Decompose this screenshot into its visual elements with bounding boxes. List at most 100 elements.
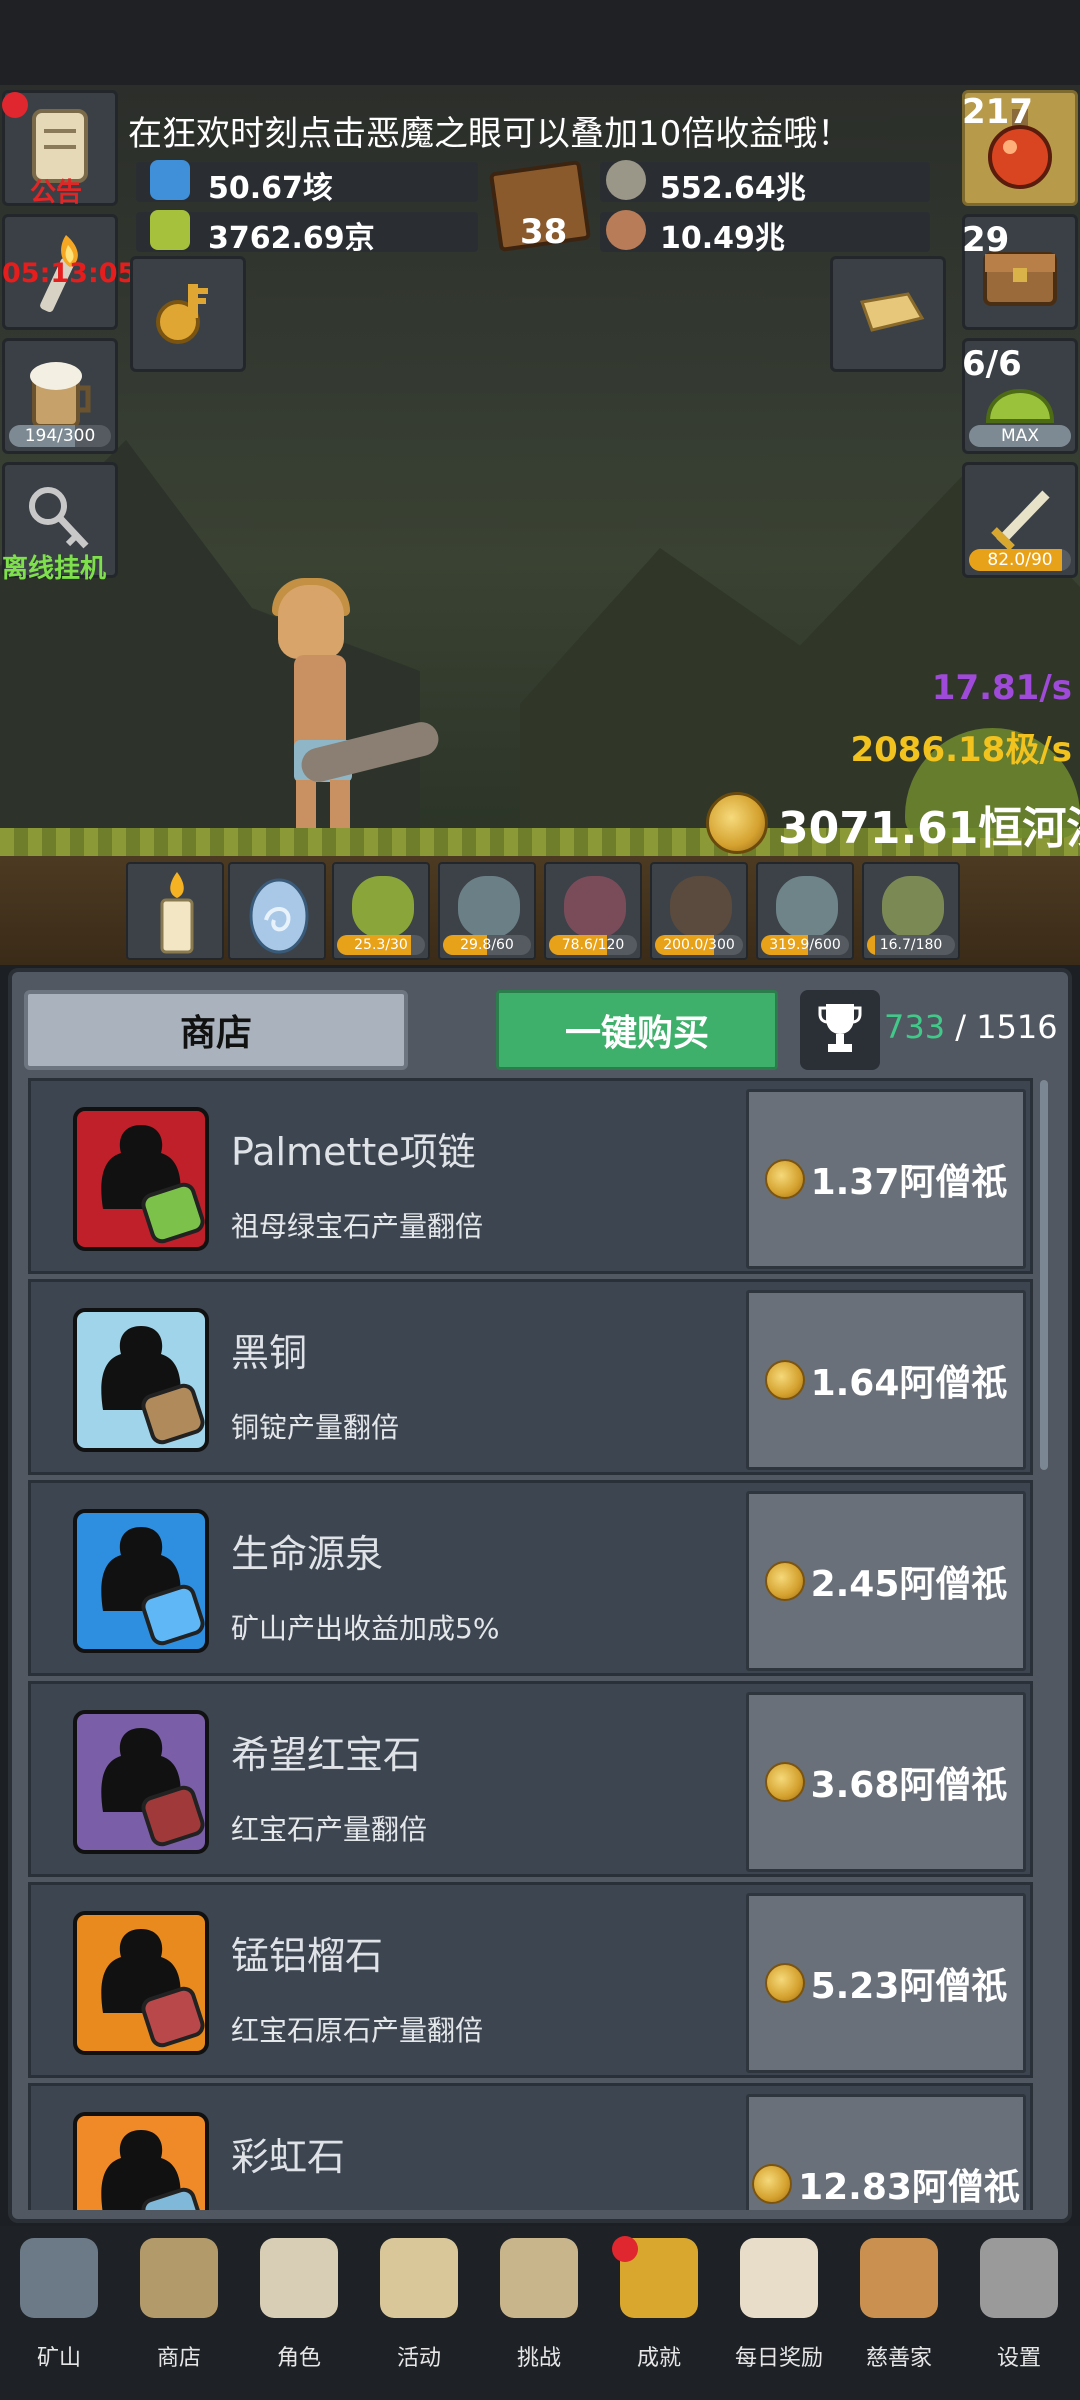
monster-progress-bar: 29.8/60 xyxy=(443,935,531,955)
buy-item-button[interactable]: 3.68阿僧祇 xyxy=(746,1692,1026,1872)
nav-label: 矿山 xyxy=(36,2346,81,2371)
monster-slot-goblin[interactable]: 16.7/180 xyxy=(862,862,960,960)
slime-count: 6/6 xyxy=(962,344,1022,384)
life-fountain-icon xyxy=(61,1501,221,1661)
rate-purple: 17.81/s xyxy=(931,668,1072,708)
gold-coin-icon xyxy=(706,792,768,854)
monster-progress-text: 200.0/300 xyxy=(663,937,735,953)
potion-count: 217 xyxy=(962,92,1033,132)
gold-coin-icon xyxy=(764,1963,805,2003)
shop-item-row: Palmette项链 祖母绿宝石产量翻倍 1.37阿僧祇 xyxy=(28,1078,1033,1274)
buy-item-button[interactable]: 5.23阿僧祇 xyxy=(746,1893,1026,2073)
nav-item-4[interactable]: 活动 xyxy=(364,2232,474,2371)
monster-progress-text: 319.9/600 xyxy=(769,937,841,953)
stone-icon xyxy=(606,160,646,200)
buy-item-button[interactable]: 1.64阿僧祇 xyxy=(746,1290,1026,1470)
nav-item-5[interactable]: 挑战 xyxy=(484,2232,594,2371)
shop-item-description: 铜锭产量翻倍 xyxy=(231,1411,400,1444)
stone-shop-icon xyxy=(140,2238,218,2318)
monster-slot-bat[interactable]: 78.6/120 xyxy=(544,862,642,960)
monster-progress-text: 78.6/120 xyxy=(561,937,625,953)
shop-tab[interactable]: 商店 xyxy=(24,990,408,1070)
blue-potion-amount: 50.67垓 xyxy=(208,171,333,206)
green-potion-icon xyxy=(150,210,190,250)
buy-item-button[interactable]: 1.37阿僧祇 xyxy=(746,1089,1026,1269)
shop-item-row: 希望红宝石 红宝石产量翻倍 3.68阿僧祇 xyxy=(28,1681,1033,1877)
blue-potion-icon xyxy=(150,160,190,200)
shop-item-price: 1.37阿僧祇 xyxy=(810,1162,1008,1203)
shop-item-price: 2.45阿僧祇 xyxy=(810,1564,1008,1605)
shop-item-price: 3.68阿僧祇 xyxy=(810,1765,1008,1806)
nav-item-2[interactable]: 商店 xyxy=(124,2232,234,2371)
character-leg xyxy=(330,780,350,828)
shop-item-name: 希望红宝石 xyxy=(231,1733,422,1777)
monster-progress-text: 29.8/60 xyxy=(460,937,514,953)
sword-icon xyxy=(991,490,1050,551)
beer-progress-text: 194/300 xyxy=(24,426,96,446)
shop-item-description: 矿山产出收益加成5% xyxy=(231,1612,500,1645)
nav-item-8[interactable]: 慈善家 xyxy=(844,2232,954,2371)
gold-bar-icon xyxy=(859,292,925,332)
sword-button[interactable]: 82.0/90 xyxy=(962,462,1078,578)
emerald-necklace-icon xyxy=(61,1099,221,1259)
nav-label: 设置 xyxy=(996,2346,1041,2371)
hope-ruby-icon xyxy=(61,1702,221,1862)
candle-icon xyxy=(160,872,194,954)
achievement-total: 1516 xyxy=(976,1008,1058,1046)
nav-item-3[interactable]: 角色 xyxy=(244,2232,354,2371)
key-button[interactable] xyxy=(130,256,246,372)
gold-coin-icon xyxy=(764,1561,805,1601)
gold-total: 3071.61恒河沙 xyxy=(778,803,1080,854)
bat-icon xyxy=(564,876,626,938)
egg-slot[interactable] xyxy=(228,862,326,960)
monster-progress-text: 25.3/30 xyxy=(354,937,408,953)
shop-item-row: 黑铜 铜锭产量翻倍 1.64阿僧祇 xyxy=(28,1279,1033,1475)
shop-scrollbar[interactable] xyxy=(1040,1080,1048,1470)
monster-progress-bar: 78.6/120 xyxy=(549,935,637,955)
nav-item-1[interactable]: 矿山 xyxy=(4,2232,114,2371)
notice-label: 公告 xyxy=(30,178,83,208)
rainbow-stone-icon xyxy=(61,2104,221,2210)
shop-item-description: 红宝石原石产量翻倍 xyxy=(231,2014,484,2047)
gold-coin-icon xyxy=(764,1762,805,1802)
slime-bar-text: MAX xyxy=(1001,426,1039,446)
shop-item-row: 锰铝榴石红宝石原石产量翻倍 5.23阿僧祇 xyxy=(28,1882,1033,2078)
monster-slot-spider[interactable]: 200.0/300 xyxy=(650,862,748,960)
candle-slot[interactable] xyxy=(126,862,224,960)
shop-item-name: 锰铝榴石 xyxy=(231,1934,384,1978)
notification-dot xyxy=(612,2236,638,2262)
monster-slot-slime-green[interactable]: 25.3/30 xyxy=(332,862,430,960)
shop-item-name: 彩虹石 xyxy=(231,2135,346,2179)
meat-icon xyxy=(606,210,646,250)
goblin-icon xyxy=(882,876,944,938)
slime-green-icon xyxy=(352,876,414,938)
monster-slot-ghost[interactable]: 29.8/60 xyxy=(438,862,536,960)
achievement-separator: / xyxy=(955,1008,967,1046)
nav-label: 每日奖励 xyxy=(734,2346,823,2371)
buy-item-button[interactable]: 2.45阿僧祇 xyxy=(746,1491,1026,1671)
buy-item-button[interactable]: 12.83阿僧祇 xyxy=(746,2094,1026,2210)
black-copper-icon xyxy=(61,1300,221,1460)
monster-progress-bar: 319.9/600 xyxy=(761,935,849,955)
gold-coin-icon xyxy=(764,1360,805,1400)
buy-all-button[interactable]: 一键购买 xyxy=(496,990,778,1070)
nav-label: 成就 xyxy=(636,2346,681,2371)
meat-amount: 10.49兆 xyxy=(660,221,785,256)
shop-item-name: 生命源泉 xyxy=(231,1532,384,1576)
nav-item-7[interactable]: 每日奖励 xyxy=(724,2232,834,2371)
gear-icon xyxy=(980,2238,1058,2318)
gold-coin-icon xyxy=(752,2164,793,2204)
shop-item-list[interactable]: Palmette项链 祖母绿宝石产量翻倍 1.37阿僧祇 黑铜 铜锭产量翻倍 1.64阿僧… xyxy=(28,1078,1033,2210)
shop-item-description: 祖母绿宝石产量翻倍 xyxy=(231,1210,484,1243)
monster-progress-bar: 200.0/300 xyxy=(655,935,743,955)
monster-slot-wraith[interactable]: 319.9/600 xyxy=(756,862,854,960)
shop-item-price: 12.83阿僧祇 xyxy=(798,2167,1020,2208)
gold-bar-button[interactable] xyxy=(830,256,946,372)
nav-label: 活动 xyxy=(396,2346,441,2371)
lantern-icon xyxy=(20,2238,98,2318)
beer-mug-icon xyxy=(30,362,91,428)
nav-label: 商店 xyxy=(156,2346,201,2371)
envelope-icon xyxy=(740,2238,818,2318)
nav-item-9[interactable]: 设置 xyxy=(964,2232,1074,2371)
beer-button[interactable]: 194/300 xyxy=(2,338,118,454)
